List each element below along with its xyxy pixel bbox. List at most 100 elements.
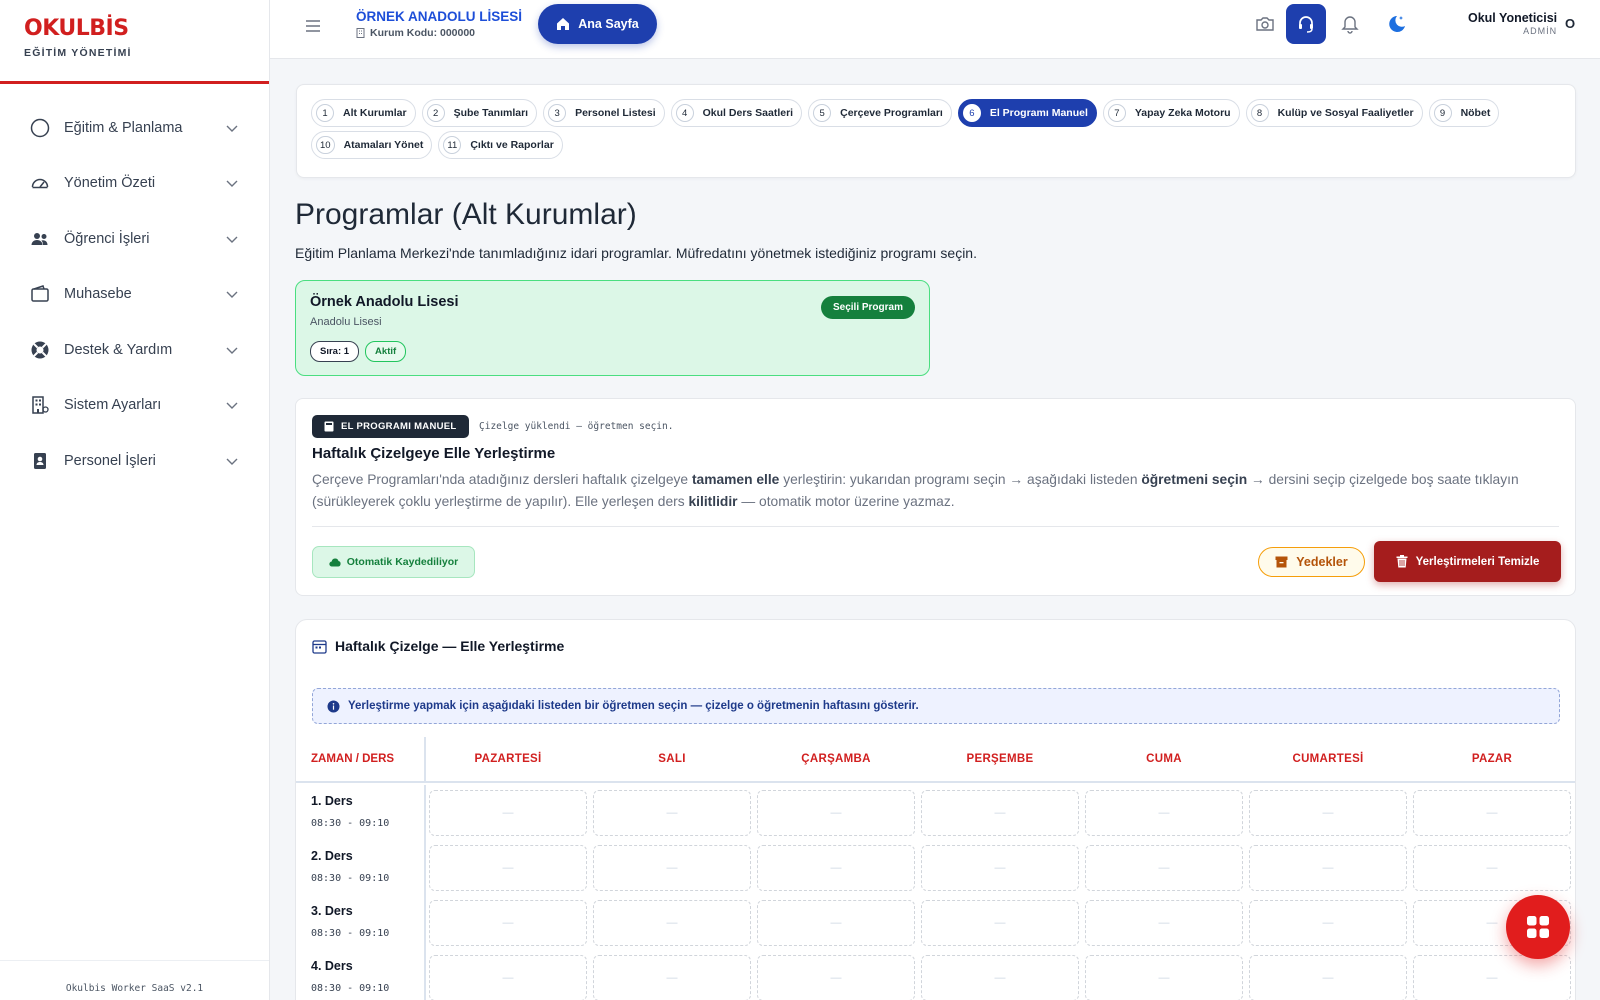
home-button[interactable]: Ana Sayfa bbox=[538, 4, 657, 44]
schedule-slot[interactable]: — bbox=[1413, 790, 1571, 836]
schedule-slot[interactable]: — bbox=[593, 790, 751, 836]
step-10[interactable]: 10 Atamaları Yönet bbox=[311, 131, 433, 159]
schedule-slot[interactable]: — bbox=[1249, 900, 1407, 946]
step-number: 7 bbox=[1107, 104, 1126, 122]
sidebar-item-egitim-planlama[interactable]: Eğitim & Planlama bbox=[0, 100, 269, 156]
clear-placements-label: Yerleştirmeleri Temizle bbox=[1415, 555, 1540, 568]
home-button-label: Ana Sayfa bbox=[578, 17, 639, 31]
camera-icon bbox=[1256, 17, 1274, 31]
clear-placements-button[interactable]: Yerleştirmeleri Temizle bbox=[1374, 541, 1561, 582]
school-info: ÖRNEK ANADOLU LİSESİ Kurum Kodu: 000000 bbox=[356, 9, 522, 39]
schedule-slot[interactable]: — bbox=[921, 955, 1079, 1000]
section-tag: EL PROGRAMI MANUEL bbox=[312, 415, 469, 438]
program-type: Anadolu Lisesi bbox=[310, 316, 382, 328]
day-header: CUMARTESİ bbox=[1292, 753, 1364, 765]
user-role: ADMİN bbox=[1523, 26, 1558, 36]
manual-title: Haftalık Çizelgeye Elle Yerleştirme bbox=[312, 445, 556, 462]
day-header: PAZAR bbox=[1471, 753, 1513, 765]
bell-icon bbox=[1341, 16, 1359, 34]
section-tag-label: EL PROGRAMI MANUEL bbox=[341, 421, 457, 432]
brand[interactable]: OKULBİS EĞİTİM YÖNETİMİ bbox=[0, 0, 269, 84]
schedule-slot[interactable]: — bbox=[1413, 845, 1571, 891]
theme-toggle-button[interactable] bbox=[1376, 4, 1416, 44]
lesson-time: 1. Ders 08:30 - 09:10 bbox=[296, 785, 426, 841]
schedule-slot[interactable]: — bbox=[429, 900, 587, 946]
sidebar-item-sistem-ayarlari[interactable]: Sistem Ayarları bbox=[0, 378, 269, 434]
schedule-slot[interactable]: — bbox=[921, 845, 1079, 891]
gauge-icon bbox=[30, 173, 50, 193]
chevron-down-icon bbox=[226, 402, 238, 410]
schedule-slot[interactable]: — bbox=[1085, 900, 1243, 946]
sidebar-item-muhasebe[interactable]: Muhasebe bbox=[0, 267, 269, 323]
sidebar-item-yonetim-ozeti[interactable]: Yönetim Özeti bbox=[0, 156, 269, 212]
schedule-slot[interactable]: — bbox=[1413, 955, 1571, 1000]
lesson-hours: 08:30 - 09:10 bbox=[311, 928, 390, 939]
sidebar-item-label: Sistem Ayarları bbox=[64, 397, 162, 414]
info-icon bbox=[327, 700, 340, 712]
user-name: Okul Yoneticisi bbox=[1468, 11, 1558, 25]
support-button[interactable] bbox=[1286, 4, 1326, 44]
step-3[interactable]: 3 Personel Listesi bbox=[543, 99, 665, 127]
avatar[interactable]: O bbox=[1565, 16, 1575, 31]
schedule-info-banner: Yerleştirme yapmak için aşağıdaki listed… bbox=[312, 688, 1560, 724]
schedule-slot[interactable]: — bbox=[1085, 845, 1243, 891]
autosave-indicator: Otomatik Kaydediliyor bbox=[312, 546, 475, 578]
step-5[interactable]: 5 Çerçeve Programları bbox=[808, 99, 952, 127]
schedule-slot[interactable]: — bbox=[757, 955, 915, 1000]
building-small-icon bbox=[356, 28, 365, 38]
schedule-slot[interactable]: — bbox=[921, 790, 1079, 836]
step-label: Kulüp ve Sosyal Faaliyetler bbox=[1277, 107, 1414, 119]
schedule-slot[interactable]: — bbox=[1249, 955, 1407, 1000]
trash-icon bbox=[1396, 555, 1408, 568]
day-header: CUMA bbox=[1146, 753, 1182, 765]
notifications-button[interactable] bbox=[1330, 4, 1370, 44]
schedule-slot[interactable]: — bbox=[593, 900, 751, 946]
day-header: PAZARTESİ bbox=[474, 753, 542, 765]
schedule-slot[interactable]: — bbox=[757, 845, 915, 891]
autosave-label: Otomatik Kaydediliyor bbox=[346, 556, 459, 568]
schedule-slot[interactable]: — bbox=[593, 845, 751, 891]
step-2[interactable]: 2 Şube Tanımları bbox=[421, 99, 538, 127]
step-label: Çıktı ve Raporlar bbox=[470, 139, 554, 151]
camera-button[interactable] bbox=[1245, 4, 1285, 44]
step-9[interactable]: 9 Nöbet bbox=[1428, 99, 1500, 127]
step-4[interactable]: 4 Okul Ders Saatleri bbox=[670, 99, 803, 127]
backups-button[interactable]: Yedekler bbox=[1258, 547, 1365, 577]
desc-emphasis: tamamen elle bbox=[691, 472, 780, 487]
lesson-hours: 08:30 - 09:10 bbox=[311, 873, 390, 884]
program-card[interactable]: Örnek Anadolu Lisesi Anadolu Lisesi Seçi… bbox=[295, 280, 930, 376]
sidebar-item-ogrenci-isleri[interactable]: Öğrenci İşleri bbox=[0, 211, 269, 267]
schedule-slot[interactable]: — bbox=[429, 955, 587, 1000]
calendar-icon bbox=[312, 639, 327, 654]
schedule-status: Çizelge yüklendi — öğretmen seçin. bbox=[479, 421, 674, 432]
user-profile[interactable]: Okul Yoneticisi ADMİN bbox=[1468, 11, 1557, 36]
schedule-slot[interactable]: — bbox=[429, 845, 587, 891]
lesson-hours: 08:30 - 09:10 bbox=[311, 983, 390, 994]
schedule-slot[interactable]: — bbox=[429, 790, 587, 836]
schedule-slot[interactable]: — bbox=[1085, 790, 1243, 836]
schedule-slot[interactable]: — bbox=[757, 790, 915, 836]
step-8[interactable]: 8 Kulüp ve Sosyal Faaliyetler bbox=[1245, 99, 1423, 127]
schedule-slot[interactable]: — bbox=[921, 900, 1079, 946]
step-7[interactable]: 7 Yapay Zeka Motoru bbox=[1102, 99, 1240, 127]
lesson-time: 4. Ders 08:30 - 09:10 bbox=[296, 950, 426, 1000]
sidebar-item-personel-isleri[interactable]: Personel İşleri bbox=[0, 433, 269, 489]
step-11[interactable]: 11 Çıktı ve Raporlar bbox=[438, 131, 563, 159]
step-1[interactable]: 1 Alt Kurumlar bbox=[311, 99, 416, 127]
step-number: 10 bbox=[316, 136, 335, 154]
desc-text: yerleştirin: yukarıdan programı seçin → … bbox=[779, 472, 1142, 487]
sidebar-item-destek-yardim[interactable]: Destek & Yardım bbox=[0, 322, 269, 378]
step-6[interactable]: 6 El Programı Manuel bbox=[957, 99, 1097, 127]
step-label: Atamaları Yönet bbox=[343, 139, 424, 151]
lesson-time: 3. Ders 08:30 - 09:10 bbox=[296, 895, 426, 951]
apps-fab-button[interactable] bbox=[1506, 895, 1570, 959]
schedule-slot[interactable]: — bbox=[593, 955, 751, 1000]
schedule-slot[interactable]: — bbox=[1249, 790, 1407, 836]
lesson-name: 2. Ders bbox=[311, 849, 353, 863]
schedule-slot[interactable]: — bbox=[757, 900, 915, 946]
schedule-slot[interactable]: — bbox=[1085, 955, 1243, 1000]
schedule-slot[interactable]: — bbox=[1249, 845, 1407, 891]
menu-icon[interactable] bbox=[302, 15, 324, 37]
home-icon bbox=[557, 18, 570, 30]
cloud-icon bbox=[329, 558, 341, 567]
